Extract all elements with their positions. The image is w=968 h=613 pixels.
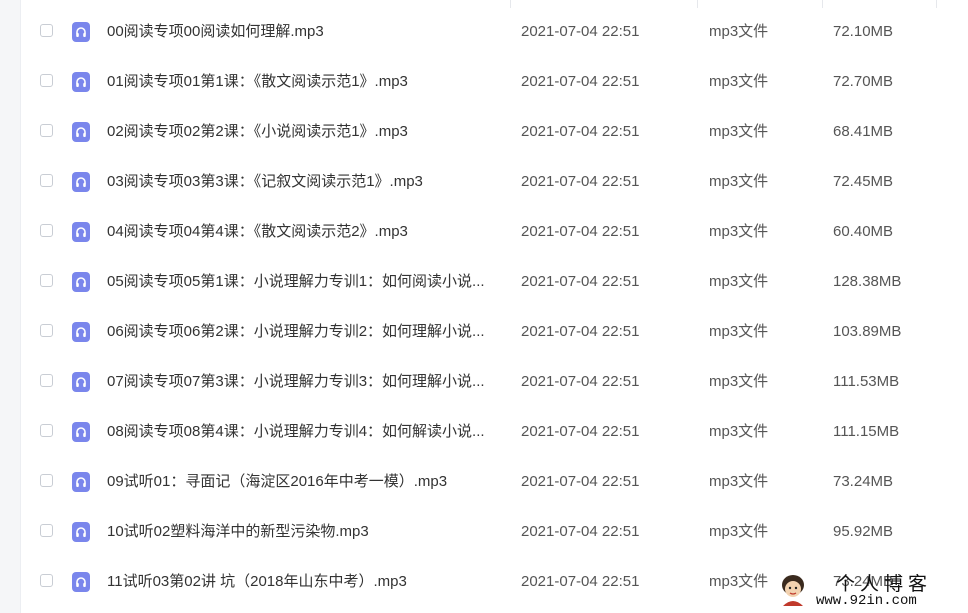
file-size: 60.40MB	[833, 223, 894, 240]
left-panel-edge	[0, 0, 21, 613]
audio-file-icon	[72, 572, 90, 592]
watermark-url: www.92in.com	[816, 593, 917, 609]
file-size: 103.89MB	[833, 323, 902, 340]
row-checkbox[interactable]	[40, 224, 53, 237]
audio-file-icon	[72, 172, 90, 192]
file-size: 72.70MB	[833, 73, 894, 90]
file-name-link[interactable]: 01阅读专项01第1课：《散文阅读示范1》.mp3	[107, 57, 408, 107]
file-modified-date: 2021-07-04 22:51	[521, 523, 640, 540]
row-checkbox[interactable]	[40, 124, 53, 137]
file-name-link[interactable]: 09试听01：寻面记（海淀区2016年中考一模）.mp3	[107, 457, 447, 507]
file-row[interactable]: 07阅读专项07第3课：小说理解力专训3：如何理解小说... 2021-07-0…	[20, 357, 968, 407]
file-size: 68.41MB	[833, 123, 894, 140]
file-size: 73.24MB	[833, 473, 894, 490]
file-name-link[interactable]: 03阅读专项03第3课：《记叙文阅读示范1》.mp3	[107, 157, 423, 207]
file-name-link[interactable]: 00阅读专项00阅读如何理解.mp3	[107, 7, 324, 57]
file-type: mp3文件	[709, 323, 769, 340]
row-checkbox[interactable]	[40, 174, 53, 187]
audio-file-icon	[72, 122, 90, 142]
row-checkbox[interactable]	[40, 524, 53, 537]
file-row[interactable]: 06阅读专项06第2课：小说理解力专训2：如何理解小说... 2021-07-0…	[20, 307, 968, 357]
audio-file-icon	[72, 222, 90, 242]
file-row[interactable]: 03阅读专项03第3课：《记叙文阅读示范1》.mp3 2021-07-04 22…	[20, 157, 968, 207]
audio-file-icon	[72, 72, 90, 92]
file-size: 128.38MB	[833, 273, 902, 290]
audio-file-icon	[72, 422, 90, 442]
file-size: 111.15MB	[833, 423, 900, 440]
file-modified-date: 2021-07-04 22:51	[521, 123, 640, 140]
file-size: 72.10MB	[833, 23, 894, 40]
file-row[interactable]: 02阅读专项02第2课：《小说阅读示范1》.mp3 2021-07-04 22:…	[20, 107, 968, 157]
file-type: mp3文件	[709, 223, 769, 240]
file-modified-date: 2021-07-04 22:51	[521, 323, 640, 340]
file-modified-date: 2021-07-04 22:51	[521, 373, 640, 390]
file-type: mp3文件	[709, 423, 769, 440]
file-name-link[interactable]: 08阅读专项08第4课：小说理解力专训4：如何解读小说...	[107, 407, 485, 457]
file-row[interactable]: 09试听01：寻面记（海淀区2016年中考一模）.mp3 2021-07-04 …	[20, 457, 968, 507]
audio-file-icon	[72, 322, 90, 342]
file-modified-date: 2021-07-04 22:51	[521, 473, 640, 490]
file-modified-date: 2021-07-04 22:51	[521, 73, 640, 90]
file-modified-date: 2021-07-04 22:51	[521, 573, 640, 590]
row-checkbox[interactable]	[40, 474, 53, 487]
row-checkbox[interactable]	[40, 574, 53, 587]
file-modified-date: 2021-07-04 22:51	[521, 23, 640, 40]
file-modified-date: 2021-07-04 22:51	[521, 423, 640, 440]
row-checkbox[interactable]	[40, 24, 53, 37]
audio-file-icon	[72, 22, 90, 42]
row-checkbox[interactable]	[40, 74, 53, 87]
file-name-link[interactable]: 05阅读专项05第1课：小说理解力专训1：如何阅读小说...	[107, 257, 485, 307]
file-name-link[interactable]: 02阅读专项02第2课：《小说阅读示范1》.mp3	[107, 107, 408, 157]
file-size: 111.53MB	[833, 373, 900, 390]
blog-watermark: 个人博客 www.92in.com	[778, 568, 968, 613]
file-row[interactable]: 04阅读专项04第4课：《散文阅读示范2》.mp3 2021-07-04 22:…	[20, 207, 968, 257]
file-type: mp3文件	[709, 273, 769, 290]
file-type: mp3文件	[709, 523, 769, 540]
file-type: mp3文件	[709, 73, 769, 90]
file-type: mp3文件	[709, 573, 769, 590]
file-row[interactable]: 05阅读专项05第1课：小说理解力专训1：如何阅读小说... 2021-07-0…	[20, 257, 968, 307]
audio-file-icon	[72, 372, 90, 392]
file-modified-date: 2021-07-04 22:51	[521, 223, 640, 240]
file-name-link[interactable]: 11试听03第02讲 坑（2018年山东中考）.mp3	[107, 557, 407, 607]
file-name-link[interactable]: 07阅读专项07第3课：小说理解力专训3：如何理解小说...	[107, 357, 485, 407]
audio-file-icon	[72, 522, 90, 542]
file-name-link[interactable]: 04阅读专项04第4课：《散文阅读示范2》.mp3	[107, 207, 408, 257]
file-modified-date: 2021-07-04 22:51	[521, 273, 640, 290]
audio-file-icon	[72, 472, 90, 492]
row-checkbox[interactable]	[40, 374, 53, 387]
watermark-title: 个人博客	[836, 573, 933, 595]
file-name-link[interactable]: 10试听02塑料海洋中的新型污染物.mp3	[107, 507, 369, 557]
file-type: mp3文件	[709, 123, 769, 140]
row-checkbox[interactable]	[40, 324, 53, 337]
file-row[interactable]: 01阅读专项01第1课：《散文阅读示范1》.mp3 2021-07-04 22:…	[20, 57, 968, 107]
row-checkbox[interactable]	[40, 424, 53, 437]
file-row[interactable]: 08阅读专项08第4课：小说理解力专训4：如何解读小说... 2021-07-0…	[20, 407, 968, 457]
file-size: 95.92MB	[833, 523, 894, 540]
file-size: 72.45MB	[833, 173, 894, 190]
file-type: mp3文件	[709, 373, 769, 390]
file-type: mp3文件	[709, 173, 769, 190]
file-list: 00阅读专项00阅读如何理解.mp3 2021-07-04 22:51 mp3文…	[20, 0, 968, 613]
row-checkbox[interactable]	[40, 274, 53, 287]
file-modified-date: 2021-07-04 22:51	[521, 173, 640, 190]
file-type: mp3文件	[709, 473, 769, 490]
cartoon-avatar-icon	[782, 575, 804, 606]
file-row[interactable]: 00阅读专项00阅读如何理解.mp3 2021-07-04 22:51 mp3文…	[20, 7, 968, 57]
file-name-link[interactable]: 06阅读专项06第2课：小说理解力专训2：如何理解小说...	[107, 307, 485, 357]
file-type: mp3文件	[709, 23, 769, 40]
file-row[interactable]: 10试听02塑料海洋中的新型污染物.mp3 2021-07-04 22:51 m…	[20, 507, 968, 557]
audio-file-icon	[72, 272, 90, 292]
